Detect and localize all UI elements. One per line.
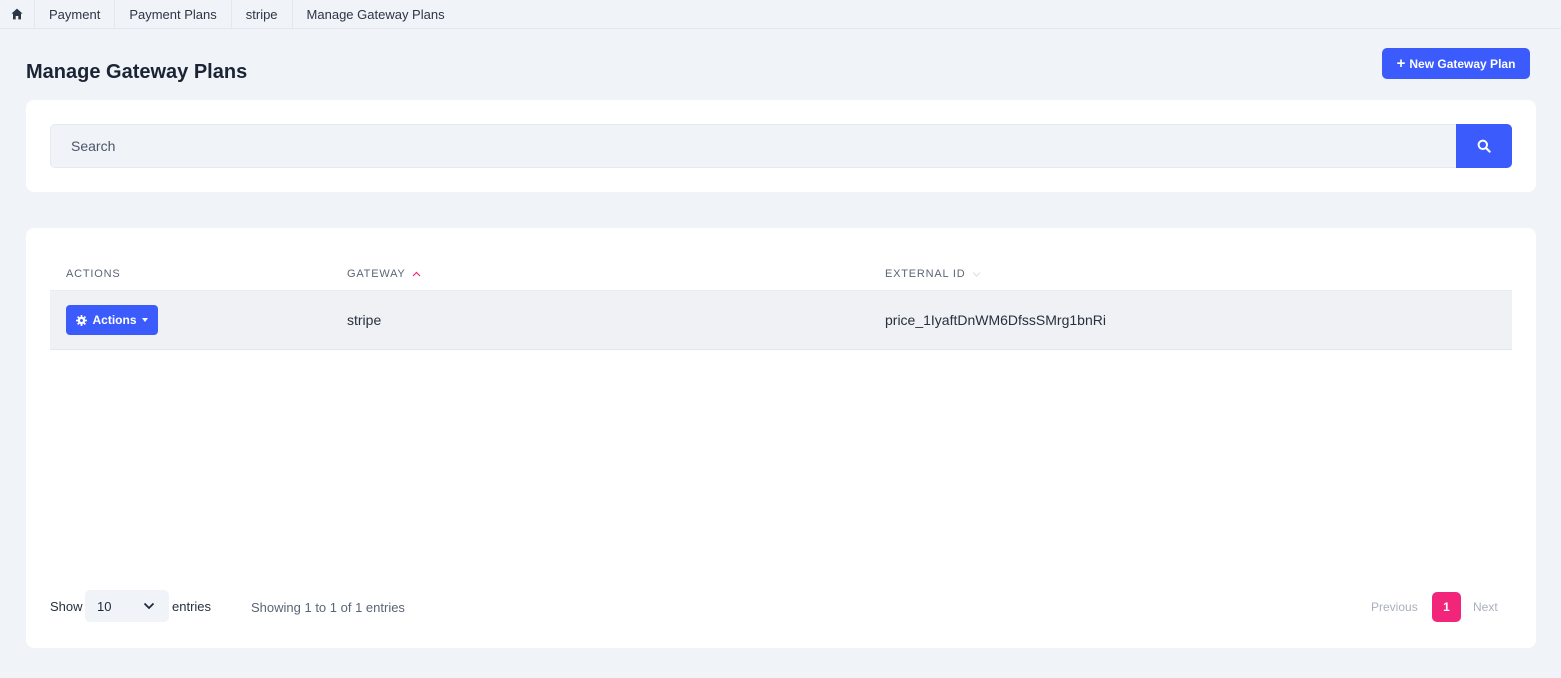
breadcrumb-item-stripe[interactable]: stripe xyxy=(232,0,293,28)
pagination-next[interactable]: Next xyxy=(1473,600,1498,614)
sort-descending-icon xyxy=(972,272,980,277)
sort-ascending-icon xyxy=(412,271,421,277)
actions-button-label: Actions xyxy=(92,313,137,327)
table-card: ACTIONS GATEWAY EXTERNAL ID Actions stri… xyxy=(26,228,1536,648)
actions-dropdown-button[interactable]: Actions xyxy=(66,305,158,335)
new-gateway-plan-label: New Gateway Plan xyxy=(1409,56,1516,71)
breadcrumb: Payment Payment Plans stripe Manage Gate… xyxy=(0,0,1561,29)
table-header: ACTIONS GATEWAY EXTERNAL ID xyxy=(50,258,1512,291)
search-card xyxy=(26,100,1536,192)
column-header-actions-label: ACTIONS xyxy=(66,268,121,280)
breadcrumb-item-payment-plans[interactable]: Payment Plans xyxy=(115,0,232,28)
column-header-actions: ACTIONS xyxy=(66,268,121,280)
plus-icon: + xyxy=(1396,55,1406,72)
page-length-select[interactable]: 10 xyxy=(85,590,169,622)
search-icon xyxy=(1477,139,1491,153)
pagination-page-1[interactable]: 1 xyxy=(1432,592,1461,622)
column-header-gateway[interactable]: GATEWAY xyxy=(347,268,421,280)
table-info: Showing 1 to 1 of 1 entries xyxy=(251,600,405,615)
home-icon xyxy=(11,8,23,20)
pagination-previous[interactable]: Previous xyxy=(1371,600,1418,614)
breadcrumb-home[interactable] xyxy=(0,0,35,28)
search-button[interactable] xyxy=(1456,124,1512,168)
show-label: Show xyxy=(50,599,83,614)
caret-down-icon xyxy=(141,318,148,322)
column-header-external-id[interactable]: EXTERNAL ID xyxy=(885,268,981,280)
cell-gateway: stripe xyxy=(347,312,382,328)
page-title: Manage Gateway Plans xyxy=(26,61,248,83)
new-gateway-plan-button[interactable]: + New Gateway Plan xyxy=(1382,48,1530,79)
entries-label: entries xyxy=(172,599,212,614)
column-header-external-id-label: EXTERNAL ID xyxy=(885,268,966,280)
breadcrumb-item-current: Manage Gateway Plans xyxy=(306,6,445,22)
breadcrumb-item-payment[interactable]: Payment xyxy=(35,0,116,28)
page-length-value: 10 xyxy=(97,598,112,614)
search-input[interactable] xyxy=(50,124,1456,168)
cell-external-id: price_1IyaftDnWM6DfssSMrg1bnRi xyxy=(885,312,1106,328)
table-row: Actions stripe price_1IyaftDnWM6DfssSMrg… xyxy=(50,291,1512,350)
chevron-down-icon xyxy=(143,602,155,610)
gear-icon xyxy=(76,314,88,326)
column-header-gateway-label: GATEWAY xyxy=(347,268,406,280)
